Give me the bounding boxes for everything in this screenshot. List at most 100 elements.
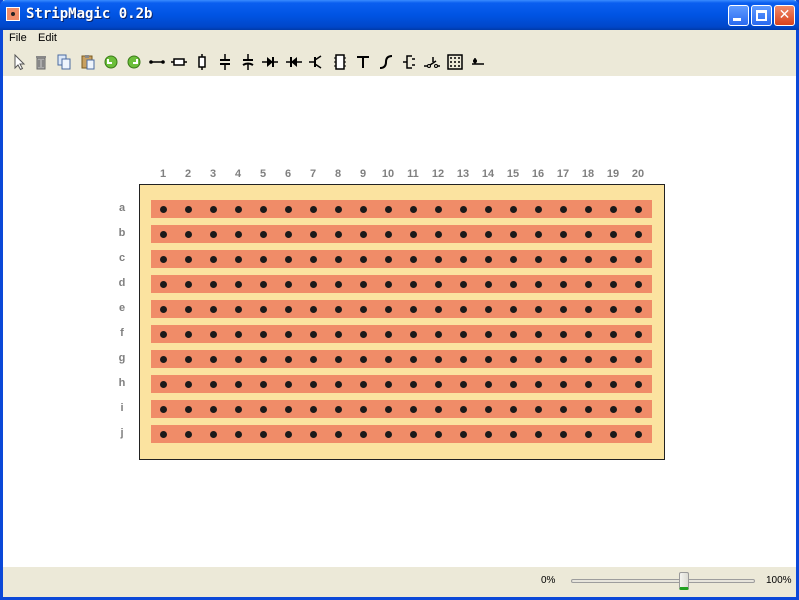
hole[interactable] [409, 380, 417, 388]
hole[interactable] [634, 280, 642, 288]
hole[interactable] [259, 405, 267, 413]
hole[interactable] [534, 430, 542, 438]
hole[interactable] [359, 430, 367, 438]
copper-strip[interactable] [151, 225, 652, 243]
switch-icon[interactable] [422, 52, 442, 72]
hole[interactable] [259, 305, 267, 313]
hole[interactable] [159, 380, 167, 388]
flying-wire-icon[interactable] [376, 52, 396, 72]
hole[interactable] [234, 380, 242, 388]
hole[interactable] [184, 205, 192, 213]
copper-strip[interactable] [151, 200, 652, 218]
hole[interactable] [484, 230, 492, 238]
hole[interactable] [459, 330, 467, 338]
hole[interactable] [409, 205, 417, 213]
hole[interactable] [309, 330, 317, 338]
hole[interactable] [184, 280, 192, 288]
hole[interactable] [459, 255, 467, 263]
hole[interactable] [234, 305, 242, 313]
hole[interactable] [534, 230, 542, 238]
zoom-slider-track[interactable] [571, 579, 755, 583]
hole[interactable] [534, 255, 542, 263]
hole[interactable] [284, 355, 292, 363]
hole[interactable] [184, 305, 192, 313]
hole[interactable] [559, 230, 567, 238]
hole[interactable] [209, 380, 217, 388]
hole[interactable] [209, 280, 217, 288]
hole[interactable] [484, 280, 492, 288]
hole[interactable] [534, 205, 542, 213]
hole[interactable] [384, 355, 392, 363]
hole[interactable] [459, 355, 467, 363]
hole[interactable] [434, 380, 442, 388]
hole[interactable] [384, 230, 392, 238]
hole[interactable] [584, 430, 592, 438]
hole[interactable] [609, 305, 617, 313]
hole[interactable] [284, 205, 292, 213]
hole[interactable] [634, 230, 642, 238]
hole[interactable] [259, 330, 267, 338]
diode-reverse-icon[interactable] [284, 52, 304, 72]
copper-strip[interactable] [151, 425, 652, 443]
hole[interactable] [384, 405, 392, 413]
copy-icon[interactable] [54, 52, 74, 72]
hole[interactable] [259, 205, 267, 213]
hole[interactable] [184, 355, 192, 363]
hole[interactable] [484, 380, 492, 388]
hole[interactable] [409, 430, 417, 438]
hole[interactable] [559, 255, 567, 263]
hole[interactable] [634, 205, 642, 213]
hole[interactable] [509, 305, 517, 313]
hole[interactable] [584, 280, 592, 288]
pin-icon[interactable] [468, 52, 488, 72]
hole[interactable] [359, 230, 367, 238]
hole[interactable] [559, 330, 567, 338]
hole[interactable] [334, 405, 342, 413]
hole[interactable] [159, 205, 167, 213]
hole[interactable] [609, 205, 617, 213]
hole[interactable] [434, 255, 442, 263]
close-button[interactable]: ✕ [774, 5, 795, 26]
hole[interactable] [334, 330, 342, 338]
hole[interactable] [584, 305, 592, 313]
hole[interactable] [209, 305, 217, 313]
zoom-slider-thumb[interactable] [678, 572, 689, 590]
hole[interactable] [534, 355, 542, 363]
hole[interactable] [584, 255, 592, 263]
undo-icon[interactable] [101, 52, 121, 72]
hole[interactable] [609, 255, 617, 263]
hole[interactable] [434, 205, 442, 213]
hole[interactable] [634, 405, 642, 413]
hole[interactable] [334, 280, 342, 288]
hole[interactable] [159, 330, 167, 338]
hole[interactable] [434, 305, 442, 313]
track-cut-icon[interactable] [353, 52, 373, 72]
hole[interactable] [634, 430, 642, 438]
hole[interactable] [334, 255, 342, 263]
hole[interactable] [234, 330, 242, 338]
hole[interactable] [609, 430, 617, 438]
hole[interactable] [309, 230, 317, 238]
minimize-button[interactable] [728, 5, 749, 26]
hole[interactable] [284, 380, 292, 388]
hole[interactable] [359, 355, 367, 363]
hole[interactable] [259, 280, 267, 288]
hole[interactable] [384, 205, 392, 213]
hole[interactable] [634, 305, 642, 313]
hole[interactable] [384, 305, 392, 313]
hole[interactable] [359, 305, 367, 313]
hole[interactable] [559, 355, 567, 363]
hole[interactable] [609, 230, 617, 238]
diode-icon[interactable] [260, 52, 280, 72]
hole[interactable] [234, 280, 242, 288]
hole[interactable] [309, 255, 317, 263]
copper-strip[interactable] [151, 350, 652, 368]
hole[interactable] [584, 380, 592, 388]
hole[interactable] [634, 255, 642, 263]
wire-link-icon[interactable] [147, 52, 167, 72]
hole[interactable] [359, 255, 367, 263]
hole[interactable] [484, 305, 492, 313]
hole[interactable] [409, 305, 417, 313]
hole[interactable] [184, 330, 192, 338]
hole[interactable] [209, 405, 217, 413]
